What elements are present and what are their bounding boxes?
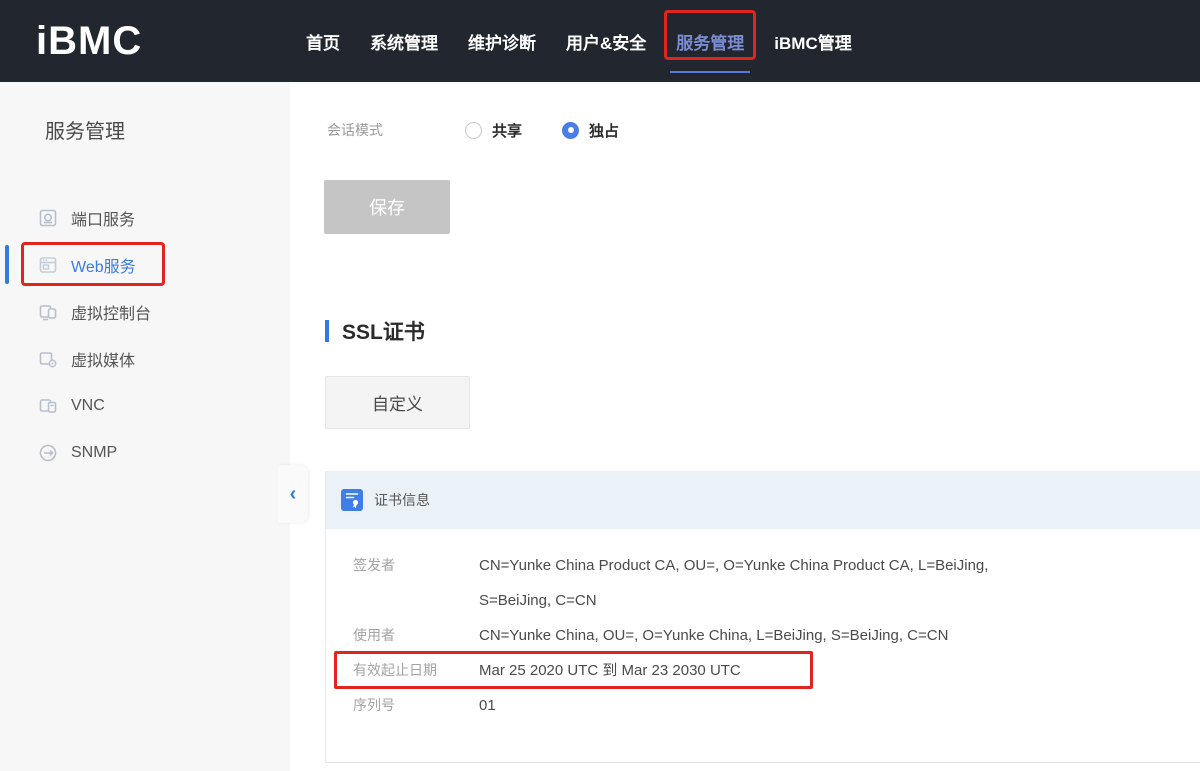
sidebar-item-label: VNC	[71, 397, 105, 415]
certificate-row-validity: 有效起止日期 Mar 25 2020 UTC 到 Mar 23 2030 UTC	[353, 653, 1200, 688]
certificate-row-subject: 使用者 CN=Yunke China, OU=, O=Yunke China, …	[353, 618, 1200, 653]
certificate-row-issuer: 签发者 CN=Yunke China Product CA, OU=, O=Yu…	[353, 548, 1200, 618]
certificate-panel-header: 证书信息	[326, 471, 1200, 529]
radio-option-label: 共享	[492, 120, 522, 141]
field-value: CN=Yunke China, OU=, O=Yunke China, L=Be…	[479, 618, 948, 653]
main-nav: 首页 系统管理 维护诊断 用户&安全 服务管理 iBMC管理	[306, 0, 852, 82]
section-accent-bar	[325, 320, 329, 342]
session-mode-row: 会话模式 共享 独占	[327, 115, 1200, 145]
radio-option-exclusive[interactable]: 独占	[562, 120, 619, 141]
radio-unselected-icon[interactable]	[465, 122, 482, 139]
nav-item-user-security[interactable]: 用户&安全	[566, 0, 646, 82]
ssl-certificate-section-heading: SSL证书	[325, 316, 1200, 346]
certificate-icon	[341, 489, 363, 511]
vnc-icon	[38, 396, 58, 416]
field-label: 签发者	[353, 548, 479, 618]
web-service-icon	[38, 255, 58, 275]
sidebar-title: 服务管理	[45, 115, 290, 144]
nav-item-label: 服务管理	[676, 29, 744, 54]
nav-item-label: 维护诊断	[468, 29, 536, 54]
field-value: 01	[479, 688, 496, 723]
field-label: 使用者	[353, 618, 479, 653]
field-value: CN=Yunke China Product CA, OU=, O=Yunke …	[479, 548, 1039, 618]
field-label: 有效起止日期	[353, 653, 479, 688]
nav-item-label: 用户&安全	[566, 29, 646, 54]
certificate-panel-title: 证书信息	[374, 490, 430, 510]
sidebar-item-port-service[interactable]: 端口服务	[0, 194, 290, 241]
nav-item-label: 系统管理	[370, 29, 438, 54]
session-mode-label: 会话模式	[327, 120, 465, 140]
certificate-info-panel: 证书信息 签发者 CN=Yunke China Product CA, OU=,…	[325, 471, 1200, 763]
section-title: SSL证书	[342, 316, 425, 346]
session-mode-radio-group: 共享 独占	[465, 120, 619, 141]
virtual-console-icon	[38, 302, 58, 322]
field-label: 序列号	[353, 688, 479, 723]
nav-item-system-management[interactable]: 系统管理	[370, 0, 438, 82]
sidebar-item-virtual-console[interactable]: 虚拟控制台	[0, 288, 290, 335]
certificate-row-serial-number: 序列号 01	[353, 688, 1200, 723]
certificate-fields: 签发者 CN=Yunke China Product CA, OU=, O=Yu…	[326, 529, 1200, 723]
nav-item-label: 首页	[306, 29, 340, 54]
chevron-left-icon: ‹	[290, 484, 297, 504]
sidebar-item-vnc[interactable]: VNC	[0, 382, 290, 429]
top-navigation-bar: iBMC 首页 系统管理 维护诊断 用户&安全 服务管理 iBMC管理	[0, 0, 1200, 82]
custom-certificate-button[interactable]: 自定义	[325, 376, 470, 429]
nav-item-label: iBMC管理	[774, 29, 851, 54]
active-tab-underline	[670, 71, 750, 73]
active-item-indicator-bar	[5, 245, 9, 284]
sidebar-item-label: 虚拟媒体	[71, 347, 135, 371]
sidebar-item-snmp[interactable]: SNMP	[0, 429, 290, 476]
nav-item-service-management[interactable]: 服务管理	[676, 0, 744, 82]
sidebar-item-web-service[interactable]: Web服务	[0, 241, 290, 288]
nav-item-home[interactable]: 首页	[306, 0, 340, 82]
radio-option-shared[interactable]: 共享	[465, 120, 522, 141]
sidebar-collapse-toggle[interactable]: ‹	[278, 465, 308, 523]
web-service-content: 会话模式 共享 独占 保存 SSL证书 自定义	[290, 82, 1200, 771]
sidebar-item-label: SNMP	[71, 444, 117, 462]
radio-option-label: 独占	[589, 120, 619, 141]
radio-selected-icon[interactable]	[562, 122, 579, 139]
sidebar-item-label: 虚拟控制台	[71, 300, 151, 324]
nav-item-maintenance-diagnosis[interactable]: 维护诊断	[468, 0, 536, 82]
port-service-icon	[38, 208, 58, 228]
sidebar-service-management: 服务管理 端口服务 Web服务	[0, 82, 290, 771]
sidebar-item-label: Web服务	[71, 253, 136, 277]
virtual-media-icon	[38, 349, 58, 369]
page-body: 服务管理 端口服务 Web服务	[0, 82, 1200, 771]
sidebar-menu: 端口服务 Web服务 虚拟控制台	[0, 194, 290, 476]
snmp-icon	[38, 443, 58, 463]
sidebar-item-label: 端口服务	[71, 206, 135, 230]
nav-item-ibmc-management[interactable]: iBMC管理	[774, 0, 851, 82]
save-button[interactable]: 保存	[324, 180, 450, 234]
ibmc-app-window: iBMC 首页 系统管理 维护诊断 用户&安全 服务管理 iBMC管理	[0, 0, 1200, 771]
field-value: Mar 25 2020 UTC 到 Mar 23 2030 UTC	[479, 653, 741, 688]
sidebar-item-virtual-media[interactable]: 虚拟媒体	[0, 335, 290, 382]
ibmc-logo: iBMC	[36, 19, 196, 64]
